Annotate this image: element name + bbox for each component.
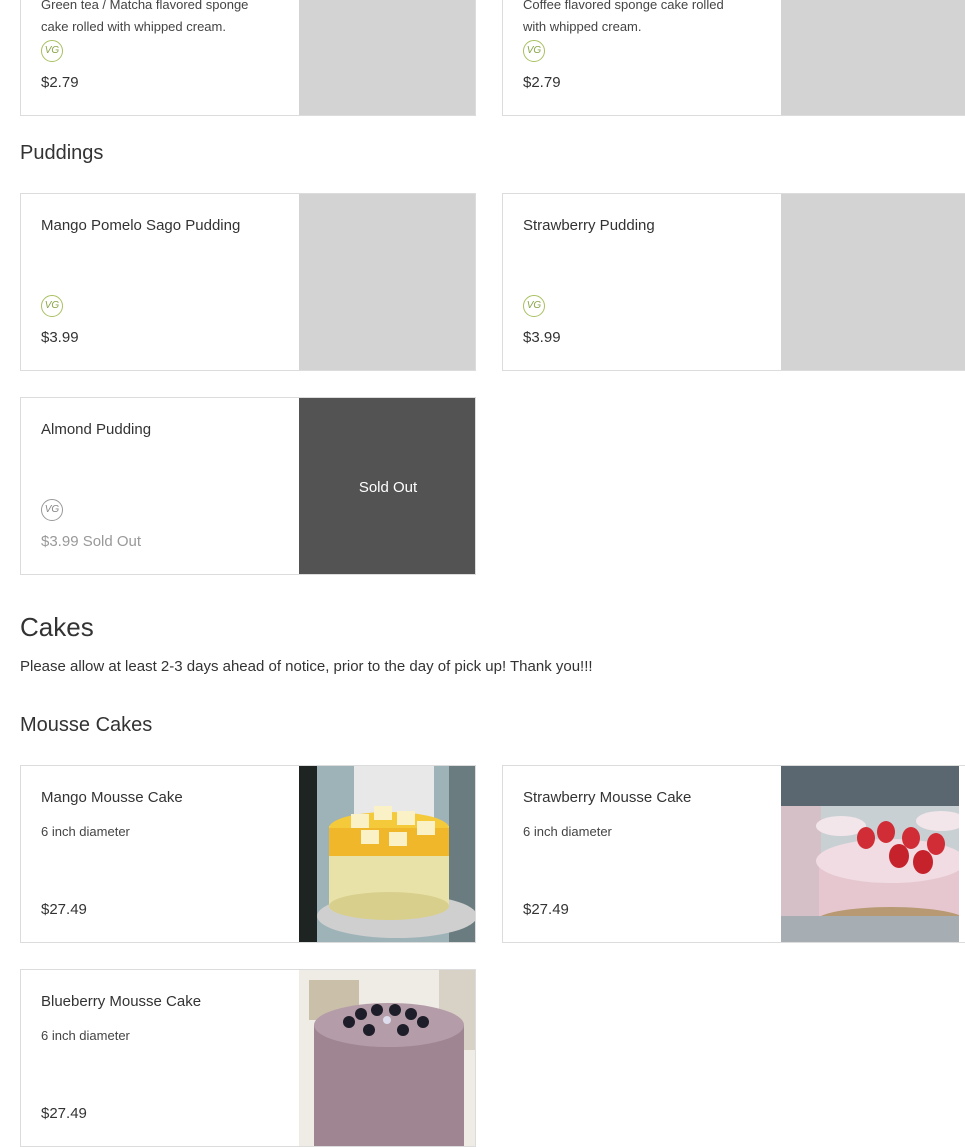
item-description: Coffee flavored sponge cake rolled with …: [523, 0, 724, 34]
vegetarian-badge-icon: VG: [523, 40, 545, 62]
item-price: $3.99 Sold Out: [41, 533, 142, 550]
item-photo-placeholder: [299, 0, 475, 115]
item-description: 6 inch diameter: [523, 824, 612, 839]
menu-item-card[interactable]: Coffee flavored sponge cake rolled with …: [502, 0, 965, 116]
item-description: Green tea / Matcha flavored sponge cake …: [41, 0, 249, 34]
menu-item-card[interactable]: Strawberry Mousse Cake 6 inch diameter $…: [502, 765, 965, 943]
item-name: Almond Pudding: [41, 421, 152, 438]
vegetarian-badge-icon: VG: [41, 40, 63, 62]
category-title-cakes: Cakes: [20, 612, 94, 642]
item-name: Mango Mousse Cake: [41, 789, 183, 806]
subcategory-title-mousse-cakes: Mousse Cakes: [20, 714, 153, 736]
item-name: Blueberry Mousse Cake: [41, 993, 202, 1010]
menu-item-card[interactable]: Green tea / Matcha flavored sponge cake …: [20, 0, 476, 116]
item-photo: [781, 766, 959, 942]
item-price: $3.99: [523, 329, 561, 346]
item-description: 6 inch diameter: [41, 1028, 130, 1043]
vegetarian-badge-icon: VG: [523, 295, 545, 317]
item-price: $2.79: [41, 74, 79, 91]
item-price: $3.99: [41, 329, 79, 346]
menu-item-card[interactable]: Mango Pomelo Sago Pudding VG $3.99: [20, 193, 476, 371]
menu-item-card[interactable]: Blueberry Mousse Cake 6 inch diameter $2…: [20, 969, 476, 1147]
sold-out-overlay: Sold Out: [299, 398, 475, 574]
menu-item-card[interactable]: Mango Mousse Cake 6 inch diameter $27.49: [20, 765, 476, 943]
category-title-puddings: Puddings: [20, 142, 104, 164]
item-name: Mango Pomelo Sago Pudding: [41, 217, 241, 234]
menu-item-card[interactable]: Strawberry Pudding VG $3.99: [502, 193, 965, 371]
category-note: Please allow at least 2-3 days ahead of …: [20, 658, 593, 675]
item-description: 6 inch diameter: [41, 824, 130, 839]
item-photo-placeholder: [299, 194, 475, 370]
vegetarian-badge-icon: VG: [41, 499, 63, 521]
item-name: Strawberry Mousse Cake: [523, 789, 692, 806]
item-photo-placeholder: [781, 0, 965, 115]
item-photo-placeholder: [781, 194, 965, 370]
item-price: $27.49: [41, 901, 87, 918]
menu-item-card[interactable]: Almond Pudding VG $3.99 Sold Out Sold Ou…: [20, 397, 476, 575]
vegetarian-badge-icon: VG: [41, 295, 63, 317]
item-photo: [299, 970, 475, 1146]
item-price: $27.49: [523, 901, 569, 918]
item-photo: [299, 766, 475, 942]
item-price: $2.79: [523, 74, 561, 91]
item-name: Strawberry Pudding: [523, 217, 655, 234]
